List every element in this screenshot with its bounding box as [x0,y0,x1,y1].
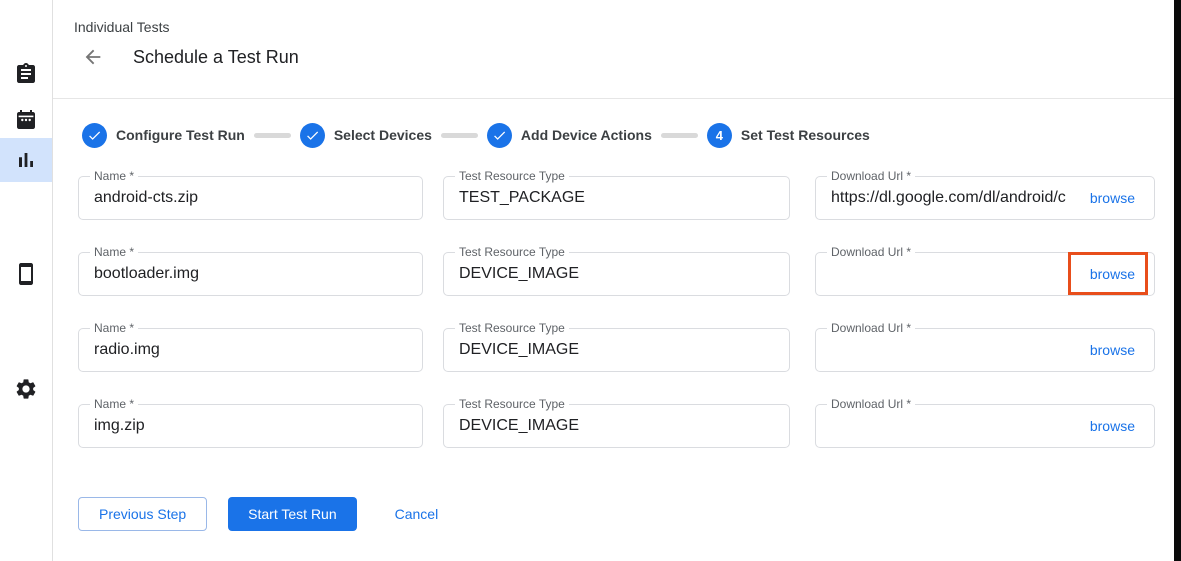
resource-type-field[interactable]: Test Resource Type DEVICE_IMAGE [443,252,790,296]
step-number-badge: 4 [707,123,732,148]
step-label: Configure Test Run [116,127,245,143]
gear-icon [14,377,38,401]
bar-chart-icon [14,148,38,172]
step-label: Select Devices [334,127,432,143]
name-field[interactable]: Name * android-cts.zip [78,176,423,220]
resource-row: Name * android-cts.zip Test Resource Typ… [78,176,1155,220]
step-number: 4 [716,128,723,143]
name-label: Name * [90,321,138,336]
check-icon [492,128,507,143]
step-connector [441,133,478,138]
stepper: Configure Test Run Select Devices Add De… [82,121,870,149]
resource-row: Name * img.zip Test Resource Type DEVICE… [78,404,1155,448]
step-complete-icon [300,123,325,148]
sidebar-item-test-plans[interactable] [0,98,52,142]
cancel-button[interactable]: Cancel [381,497,453,531]
resource-type-value[interactable]: DEVICE_IMAGE [459,265,774,283]
name-field[interactable]: Name * img.zip [78,404,423,448]
previous-step-button[interactable]: Previous Step [78,497,207,531]
check-icon [305,128,320,143]
resource-row: Name * radio.img Test Resource Type DEVI… [78,328,1155,372]
step-complete-icon [82,123,107,148]
browse-button[interactable]: browse [1084,414,1141,438]
step-add-device-actions[interactable]: Add Device Actions [487,123,652,148]
resource-row: Name * bootloader.img Test Resource Type… [78,252,1155,296]
footer-actions: Previous Step Start Test Run Cancel [78,497,452,531]
browse-highlight-box: browse [1082,252,1143,296]
resource-type-label: Test Resource Type [455,245,569,260]
step-complete-icon [487,123,512,148]
name-field[interactable]: Name * bootloader.img [78,252,423,296]
name-value[interactable]: android-cts.zip [94,189,407,207]
back-button[interactable] [80,44,106,70]
breadcrumb: Individual Tests [74,19,169,35]
browse-button[interactable]: browse [1084,262,1141,286]
header-divider [53,98,1174,99]
download-url-label: Download Url * [827,321,915,336]
download-url-field[interactable]: Download Url * browse [815,404,1155,448]
check-icon [87,128,102,143]
name-label: Name * [90,169,138,184]
download-url-label: Download Url * [827,245,915,260]
sidebar-item-tests[interactable] [0,52,52,96]
name-value[interactable]: img.zip [94,417,407,435]
browse-button[interactable]: browse [1084,186,1141,210]
sidebar [0,0,53,561]
step-label: Add Device Actions [521,127,652,143]
resource-type-field[interactable]: Test Resource Type TEST_PACKAGE [443,176,790,220]
step-configure-test-run[interactable]: Configure Test Run [82,123,245,148]
resource-type-value[interactable]: DEVICE_IMAGE [459,417,774,435]
sidebar-item-test-runs[interactable] [0,138,52,182]
name-label: Name * [90,397,138,412]
browse-button[interactable]: browse [1084,338,1141,362]
clipboard-icon [14,62,38,86]
name-label: Name * [90,245,138,260]
sidebar-item-devices[interactable] [0,252,52,296]
resource-type-value[interactable]: TEST_PACKAGE [459,189,774,207]
calendar-icon [14,108,38,132]
download-url-value[interactable]: https://dl.google.com/dl/android/c [831,189,1082,207]
name-value[interactable]: bootloader.img [94,265,407,283]
resource-type-label: Test Resource Type [455,321,569,336]
resource-type-field[interactable]: Test Resource Type DEVICE_IMAGE [443,328,790,372]
step-connector [661,133,698,138]
sidebar-item-settings[interactable] [0,367,52,411]
download-url-label: Download Url * [827,169,915,184]
browse-wrap: browse [1082,404,1143,448]
title-row: Schedule a Test Run [74,44,299,70]
step-select-devices[interactable]: Select Devices [300,123,432,148]
download-url-field[interactable]: Download Url * browse [815,252,1155,296]
browse-wrap: browse [1082,176,1143,220]
arrow-back-icon [82,46,104,68]
download-url-label: Download Url * [827,397,915,412]
app-window: Individual Tests Schedule a Test Run Con… [0,0,1181,561]
step-label: Set Test Resources [741,127,870,143]
smartphone-icon [14,262,38,286]
page-title: Schedule a Test Run [133,47,299,68]
resource-type-field[interactable]: Test Resource Type DEVICE_IMAGE [443,404,790,448]
main-content: Individual Tests Schedule a Test Run Con… [53,0,1174,561]
download-url-field[interactable]: Download Url * browse [815,328,1155,372]
browse-wrap: browse [1082,328,1143,372]
step-set-test-resources[interactable]: 4 Set Test Resources [707,123,870,148]
resource-type-value[interactable]: DEVICE_IMAGE [459,341,774,359]
download-url-field[interactable]: Download Url * https://dl.google.com/dl/… [815,176,1155,220]
resource-type-label: Test Resource Type [455,169,569,184]
name-value[interactable]: radio.img [94,341,407,359]
resource-type-label: Test Resource Type [455,397,569,412]
name-field[interactable]: Name * radio.img [78,328,423,372]
window-edge [1174,0,1181,561]
step-connector [254,133,291,138]
start-test-run-button[interactable]: Start Test Run [228,497,356,531]
